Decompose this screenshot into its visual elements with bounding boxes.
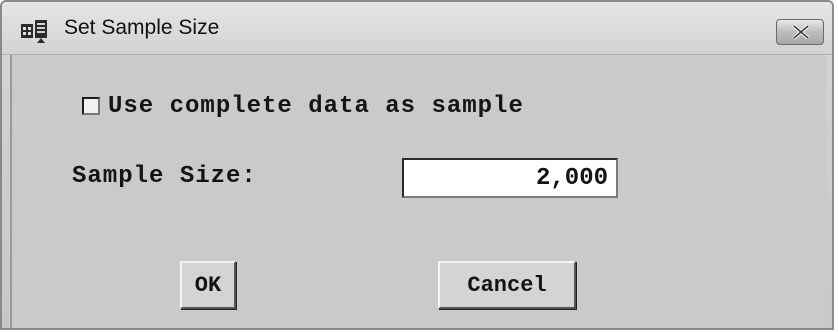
use-complete-data-label: Use complete data as sample [108,92,524,120]
use-complete-data-checkbox[interactable] [82,97,100,115]
title-bar[interactable]: Set Sample Size [2,2,832,55]
close-icon [792,24,810,40]
window-title: Set Sample Size [64,16,220,39]
use-complete-data-checkbox-row[interactable]: Use complete data as sample [82,91,524,121]
dialog-body: Use complete data as sample Sample Size:… [10,55,826,328]
sample-size-input[interactable] [402,158,618,198]
dialog-window: Set Sample Size Use complete data as sam… [0,0,834,330]
app-icon [20,18,54,44]
cancel-button[interactable]: Cancel [438,261,576,309]
sample-size-label: Sample Size: [72,163,257,190]
close-button[interactable] [776,19,824,45]
ok-button[interactable]: OK [180,261,236,309]
